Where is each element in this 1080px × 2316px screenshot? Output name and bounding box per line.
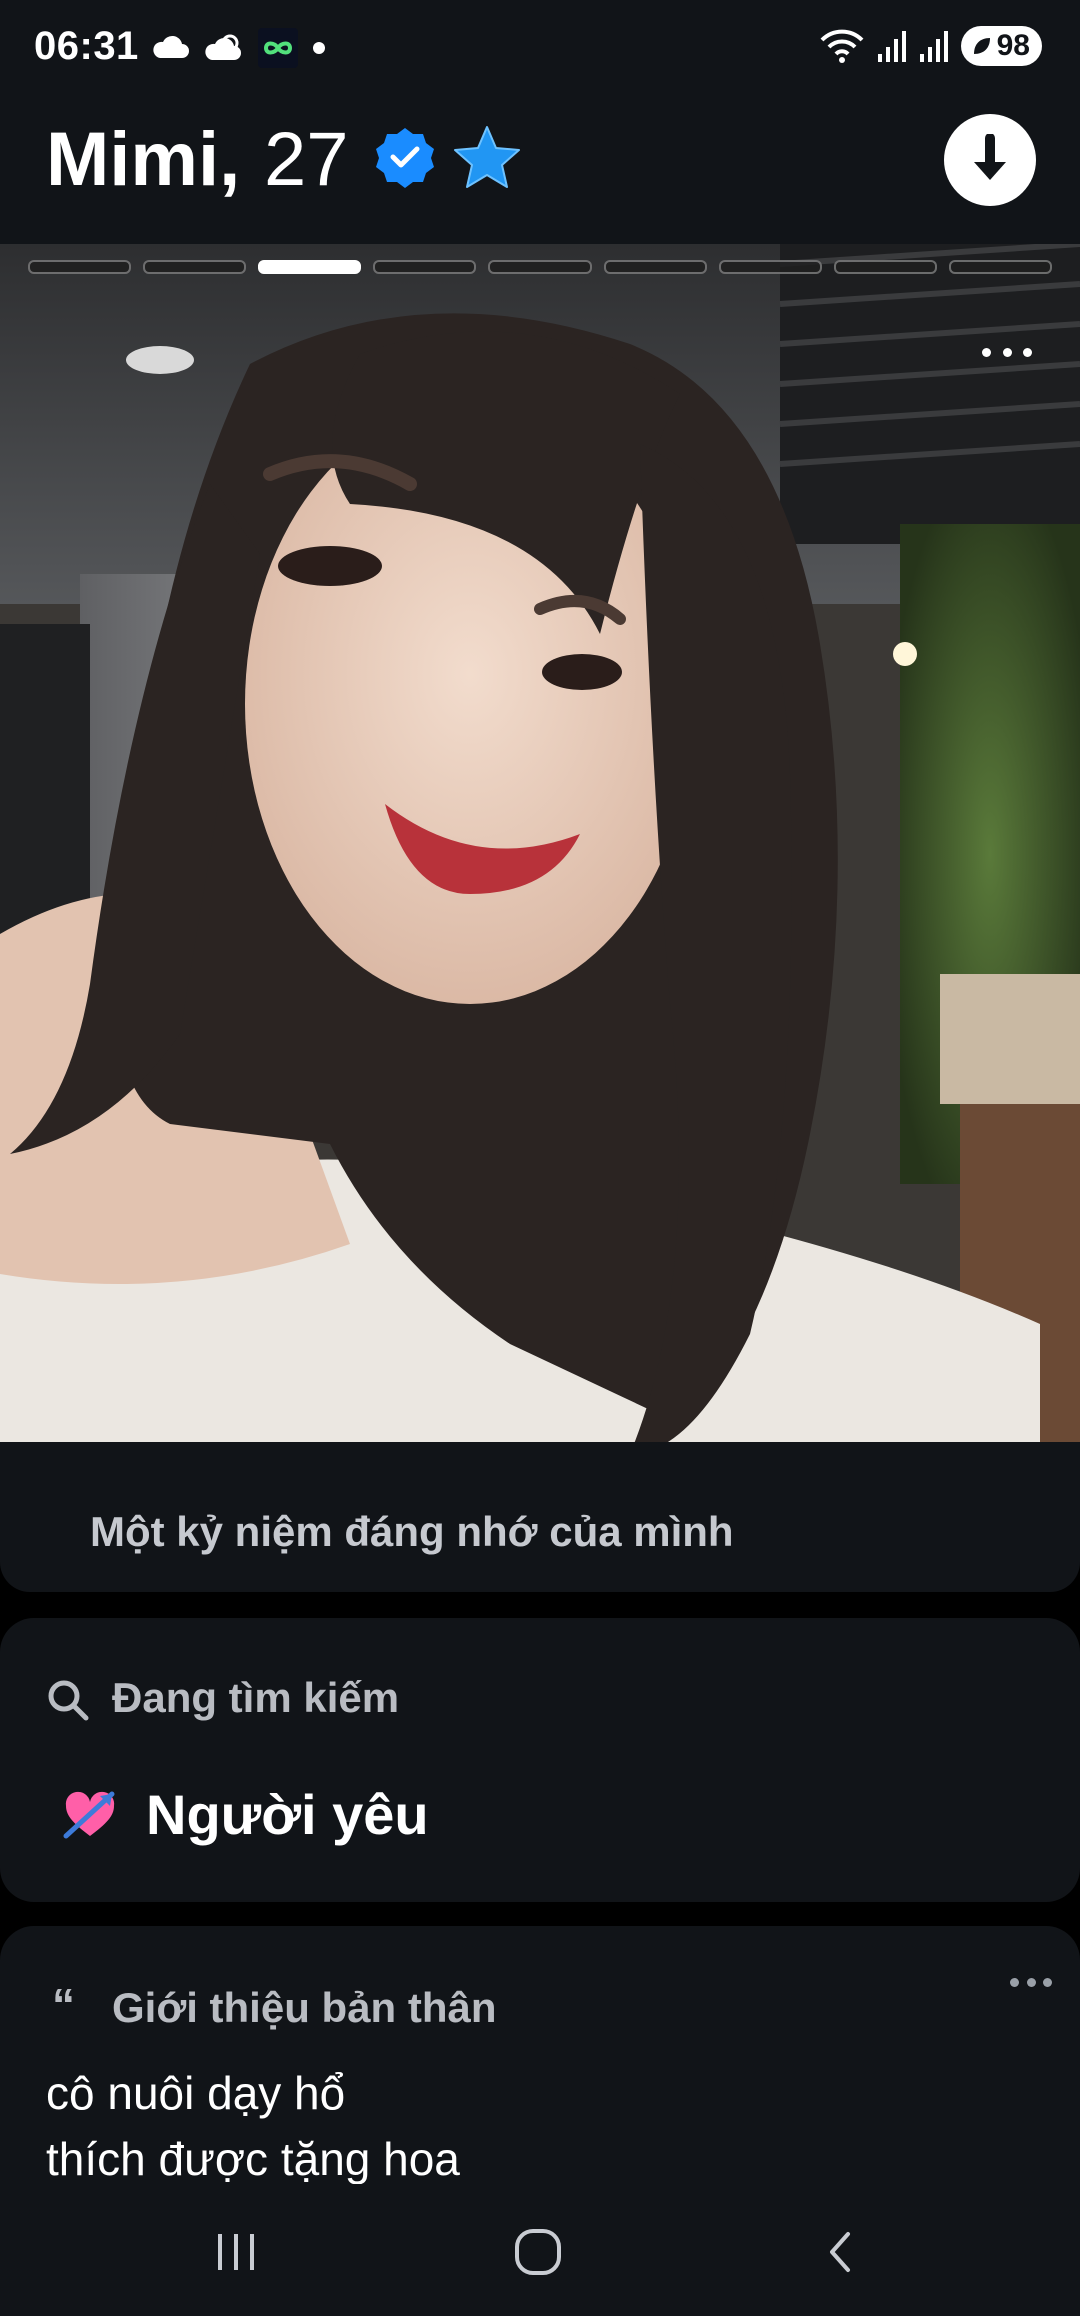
looking-for-title: Đang tìm kiếm xyxy=(112,1674,400,1721)
quote-icon: “ xyxy=(52,1979,75,2031)
back-button[interactable] xyxy=(800,2212,880,2292)
photo-indicator[interactable] xyxy=(373,260,477,274)
back-icon xyxy=(830,2232,850,2272)
download-button[interactable] xyxy=(944,114,1036,206)
photo-indicator[interactable] xyxy=(718,260,822,274)
verified-badge-icon[interactable] xyxy=(374,126,436,188)
photo-indicator[interactable] xyxy=(488,260,592,274)
about-text-line: cô nuôi dạy hổ xyxy=(46,2067,346,2119)
leaf-icon xyxy=(973,38,990,54)
looking-for-value: Người yêu xyxy=(146,1783,429,1846)
battery-level: 98 xyxy=(996,29,1030,62)
about-title: Giới thiệu bản thân xyxy=(112,1984,497,2031)
heart-arrow-icon xyxy=(63,1791,115,1839)
status-bar: 06:31 98 xyxy=(0,0,1080,96)
profile-age: 27 xyxy=(264,117,349,202)
about-text-line: thích được tặng hoa xyxy=(46,2133,460,2185)
dot-icon xyxy=(313,42,325,54)
photo-indicator[interactable] xyxy=(603,260,707,274)
photo-indicator-active[interactable] xyxy=(258,260,362,274)
signal-icon xyxy=(877,31,906,62)
photo-indicator[interactable] xyxy=(833,260,937,274)
status-system-icons: 98 xyxy=(819,26,1042,66)
signal-icon xyxy=(919,31,948,62)
profile-photo[interactable] xyxy=(0,244,1080,1470)
infinity-app-icon xyxy=(258,28,298,68)
status-notifications xyxy=(150,28,326,68)
wifi-icon xyxy=(820,29,864,63)
photo-indicator[interactable] xyxy=(28,260,132,274)
photo-scene xyxy=(0,244,1080,1470)
cloud-icon xyxy=(153,35,189,58)
recents-button[interactable] xyxy=(196,2212,276,2292)
home-icon xyxy=(515,2229,561,2275)
about-more-options-icon[interactable] xyxy=(1010,1976,1052,1988)
profile-name: Mimi, xyxy=(46,117,241,202)
photo-indicator[interactable] xyxy=(143,260,247,274)
recents-icon xyxy=(218,2234,254,2270)
battery-icon: 98 xyxy=(960,26,1042,66)
photo-indicator[interactable] xyxy=(948,260,1052,274)
system-navigation-bar xyxy=(0,2184,1080,2316)
search-icon xyxy=(48,1680,89,1721)
photo-caption: Một kỷ niệm đáng nhớ của mình xyxy=(90,1508,734,1555)
cloud-sun-icon xyxy=(205,34,241,60)
photo-progress-bar xyxy=(28,260,1052,274)
profile-header: Mimi, 27 xyxy=(0,96,1080,244)
star-icon[interactable] xyxy=(452,124,522,190)
home-button[interactable] xyxy=(498,2212,578,2292)
arrow-down-icon xyxy=(974,134,1006,180)
status-time: 06:31 xyxy=(34,24,139,68)
photo-caption-card: Một kỷ niệm đáng nhớ của mình xyxy=(0,1442,1080,1592)
app-screen: 06:31 98 Mimi, 27 Một kỷ niệm đáng nhớ c… xyxy=(0,0,1080,2316)
looking-for-card: Đang tìm kiếm Người yêu xyxy=(0,1618,1080,1902)
photo-more-options-icon[interactable] xyxy=(982,340,1032,364)
